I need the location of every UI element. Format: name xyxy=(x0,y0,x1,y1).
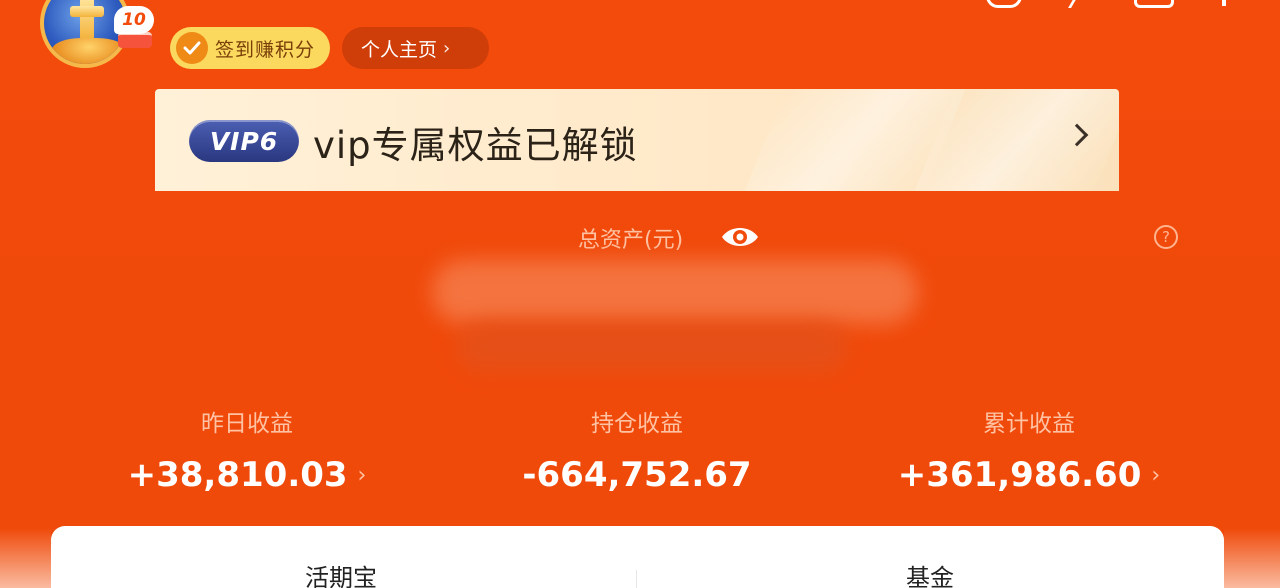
checkin-button[interactable]: 签到赚积分 xyxy=(170,27,330,69)
earnings-value: -664,752.67 xyxy=(522,455,751,495)
eye-icon[interactable] xyxy=(720,223,760,251)
total-assets-value-blurred xyxy=(432,260,918,324)
earnings-label: 持仓收益 xyxy=(591,411,683,437)
help-icon[interactable]: ? xyxy=(1154,225,1178,249)
tab-huoqibao[interactable]: 活期宝 xyxy=(305,558,377,588)
profile-label: 个人主页 xyxy=(361,38,438,61)
chevron-right-icon: › xyxy=(357,462,367,488)
scan-icon[interactable] xyxy=(1134,0,1174,8)
product-tabs-card: 活期宝 基金 xyxy=(51,526,1224,588)
avatar-gold-decoration xyxy=(52,38,126,64)
earnings-label: 昨日收益 xyxy=(201,411,293,437)
cumulative-earnings[interactable]: 累计收益 +361,986.60 › xyxy=(864,404,1194,495)
anniversary-badge: 10 xyxy=(114,6,154,34)
vip-level-badge: VIP6 xyxy=(189,120,299,162)
total-assets-label: 总资产(元) xyxy=(578,228,684,253)
checkin-icon xyxy=(176,32,208,64)
vip-banner-text: vip专属权益已解锁 xyxy=(313,124,638,167)
earnings-value[interactable]: +38,810.03 › xyxy=(128,455,367,495)
checkin-label: 签到赚积分 xyxy=(215,38,316,61)
holding-earnings: 持仓收益 -664,752.67 xyxy=(472,404,802,495)
yesterday-earnings[interactable]: 昨日收益 +38,810.03 › xyxy=(82,404,412,495)
vip-banner[interactable]: VIP6 vip专属权益已解锁 xyxy=(155,89,1119,191)
tab-fund[interactable]: 基金 xyxy=(906,558,954,588)
earnings-amount: +361,986.60 xyxy=(897,455,1142,495)
earnings-amount: -664,752.67 xyxy=(522,455,752,495)
total-assets-subvalue-blurred xyxy=(458,322,846,370)
service-icon[interactable] xyxy=(1057,0,1085,8)
chevron-right-icon: › xyxy=(443,37,451,59)
message-icon[interactable] xyxy=(986,0,1022,8)
earnings-amount: +38,810.03 xyxy=(127,455,348,495)
edge-fade xyxy=(1224,528,1280,588)
cake-icon xyxy=(118,32,152,48)
chevron-right-icon: › xyxy=(1151,462,1161,488)
more-icon[interactable] xyxy=(1222,0,1226,6)
avatar-cross-bar xyxy=(70,6,104,17)
avatar[interactable]: 10 xyxy=(34,0,154,70)
earnings-value[interactable]: +361,986.60 › xyxy=(898,455,1160,495)
profile-button[interactable]: 个人主页 › xyxy=(342,27,489,69)
earnings-label: 累计收益 xyxy=(983,411,1075,437)
edge-fade xyxy=(0,528,51,588)
tab-divider xyxy=(636,570,637,588)
